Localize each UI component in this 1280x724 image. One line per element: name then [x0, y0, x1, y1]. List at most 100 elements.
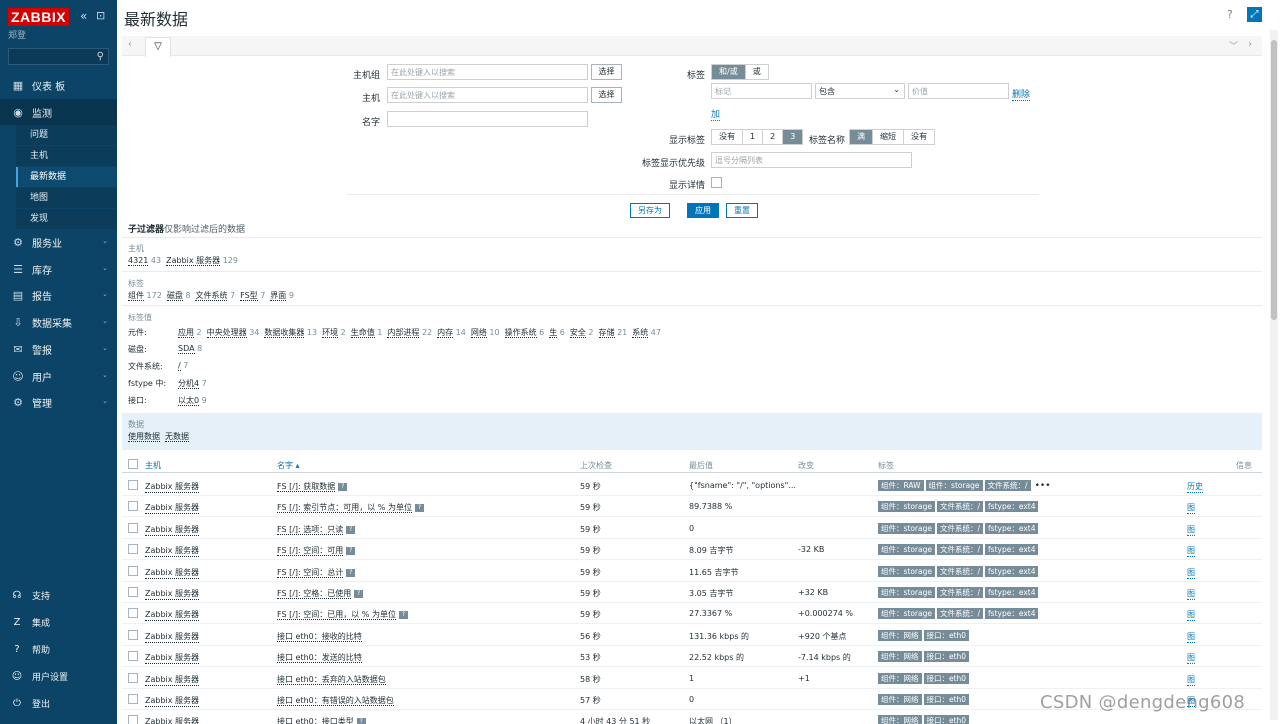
sidebar-bottom-item[interactable]: ⏻ 登出	[0, 690, 117, 716]
subfilter-item[interactable]: Zabbix 服务器 129	[166, 256, 238, 266]
tag-badge[interactable]: 文件系统：/	[937, 544, 984, 556]
tag-badge[interactable]: 接口：eth0	[923, 715, 970, 724]
subfilter-link[interactable]: 内部进程	[387, 328, 420, 338]
kiosk-mode-icon[interactable]: ⤢	[1247, 7, 1262, 22]
info-icon[interactable]: ?	[346, 547, 356, 556]
sidebar-bottom-item[interactable]: ☺ 用户设置	[0, 663, 117, 689]
tag-badge[interactable]: 组件：网络	[878, 672, 922, 684]
row-host[interactable]: Zabbix 服务器	[145, 567, 200, 579]
row-host[interactable]: Zabbix 服务器	[145, 545, 200, 558]
row-checkbox[interactable]	[128, 565, 138, 576]
row-host[interactable]: Zabbix 服务器	[145, 631, 200, 643]
row-checkbox[interactable]	[128, 629, 138, 640]
tag-badge[interactable]: fstype：ext4	[985, 544, 1039, 556]
tag-badge[interactable]: 文件系统：/	[984, 480, 1031, 491]
filter-icon[interactable]: ▽	[145, 37, 171, 57]
chevron-left-icon[interactable]: ‹	[128, 39, 132, 50]
row-name-link[interactable]: 接口 eth0：接口类型	[277, 717, 354, 724]
row-checkbox[interactable]	[128, 522, 138, 533]
row-name-link[interactable]: 接口 eth0：有错误的入站数据包	[277, 696, 394, 706]
row-host[interactable]: Zabbix 服务器	[145, 652, 200, 665]
row-name-link[interactable]: FS [/]: 空间：总计	[277, 567, 344, 578]
tag-badge[interactable]: 组件：storage	[925, 480, 983, 491]
tag-badge[interactable]: 接口：eth0	[923, 629, 970, 641]
row-checkbox[interactable]	[128, 544, 138, 555]
remove-tag-link[interactable]: 删除	[1012, 87, 1031, 101]
tag-name-full[interactable]: 满	[850, 130, 873, 144]
search-icon[interactable]: ⚲	[97, 51, 104, 62]
subfilter-item[interactable]: 环境 2	[322, 328, 346, 338]
subfilter-item[interactable]: 界面 9	[270, 291, 294, 301]
sidebar-bottom-item[interactable]: ? 帮助	[0, 636, 117, 662]
row-name[interactable]: FS [/]: 索引节点：可用，以 % 为单位?	[277, 502, 424, 514]
sidebar-item[interactable]: ⇩ 数据采集 ⌄	[0, 309, 117, 335]
row-name-link[interactable]: FS [/]: 空格：已使用	[277, 589, 352, 599]
subfilter-link[interactable]: 生命值	[350, 328, 375, 338]
select-all-checkbox[interactable]	[128, 459, 138, 469]
subfilter-link[interactable]: 应用	[178, 328, 194, 338]
row-name-link[interactable]: FS [/]: 索引节点：可用，以 % 为单位	[277, 503, 412, 514]
tag-badge[interactable]: 组件：storage	[878, 544, 935, 556]
tag-priority-input[interactable]: 逗号分隔列表	[711, 152, 912, 168]
subfilter-link[interactable]: 组件	[128, 291, 144, 301]
tags-mode-or[interactable]: 或	[745, 65, 768, 79]
subfilter-item[interactable]: 4321 43	[128, 256, 161, 266]
save-as-button[interactable]: 另存为	[630, 203, 670, 218]
subfilter-link[interactable]: 网络	[470, 328, 487, 338]
subfilter-link[interactable]: 文件系统	[195, 291, 228, 301]
row-checkbox[interactable]	[128, 480, 138, 490]
add-tag-link[interactable]: 加	[711, 107, 721, 121]
info-icon[interactable]: ?	[356, 718, 366, 724]
row-name-link[interactable]: FS [/]: 空间：已用，以 % 为单位	[277, 610, 396, 621]
subfilter-item[interactable]: 应用 2	[178, 328, 202, 338]
row-host[interactable]: Zabbix 服务器	[145, 502, 200, 515]
tag-badge[interactable]: 文件系统：/	[937, 587, 984, 598]
row-checkbox[interactable]	[128, 715, 138, 724]
subfilter-item[interactable]: / 7	[178, 361, 188, 371]
subfilter-item[interactable]: 以太0 9	[178, 396, 207, 406]
row-action-link[interactable]: 图	[1187, 609, 1195, 622]
tag-name-none[interactable]: 没有	[904, 130, 934, 144]
row-name-link[interactable]: 接口 eth0：接收的比特	[277, 631, 362, 642]
subfilter-item[interactable]: SDA 8	[178, 344, 202, 354]
row-checkbox[interactable]	[128, 694, 138, 704]
sidebar-item[interactable]: ✉ 警报 ⌄	[0, 336, 117, 362]
subfilter-link[interactable]: SDA	[178, 344, 195, 354]
tag-badge[interactable]: 组件：storage	[878, 501, 935, 513]
subfilter-link[interactable]: 操作系统	[504, 328, 537, 338]
tag-badge[interactable]: fstype：ext4	[985, 501, 1039, 513]
tag-input[interactable]: 标记	[711, 83, 812, 99]
row-action-link[interactable]: 图	[1187, 545, 1195, 558]
tag-value-input[interactable]: 价值	[908, 83, 1009, 99]
subfilter-item[interactable]: 组件 172	[128, 291, 162, 301]
row-action-link[interactable]: 图	[1187, 588, 1195, 600]
row-checkbox[interactable]	[128, 608, 138, 619]
subfilter-link[interactable]: Zabbix 服务器	[166, 256, 221, 266]
subfilter-item[interactable]: 生 6	[549, 328, 565, 338]
tag-badge[interactable]: 组件：RAW	[878, 480, 924, 491]
row-name[interactable]: 接口 eth0：接口类型?	[277, 716, 366, 724]
info-icon[interactable]: ?	[338, 483, 348, 491]
tag-badge[interactable]: 组件：storage	[878, 608, 935, 620]
info-icon[interactable]: ?	[346, 568, 356, 577]
tag-badge[interactable]: 组件：网络	[878, 694, 922, 705]
row-checkbox[interactable]	[128, 587, 138, 597]
row-action-link[interactable]: 历史	[1187, 481, 1203, 493]
tag-operator-select[interactable]: 包含 ⌄	[815, 83, 905, 99]
subfilter-link[interactable]: 生	[549, 328, 558, 338]
row-name[interactable]: 接口 eth0：丢弃的入站数据包	[277, 674, 386, 685]
show-tags-2[interactable]: 2	[763, 130, 784, 144]
sidebar-bottom-item[interactable]: ☊ 支持	[0, 582, 117, 608]
subfilter-item[interactable]: 系统 47	[632, 328, 661, 338]
show-tags-1[interactable]: 1	[743, 130, 764, 144]
zabbix-logo[interactable]: ZABBIX	[8, 8, 70, 26]
tag-badge[interactable]: 文件系统：/	[937, 501, 984, 513]
chevron-down-icon[interactable]: ﹀	[1229, 39, 1238, 52]
row-name-link[interactable]: FS [/]: 获取数据	[277, 482, 336, 492]
sidebar-item[interactable]: ☰ 库存 ⌄	[0, 256, 117, 282]
row-action-link[interactable]: 图	[1187, 652, 1195, 665]
subfilter-data-link[interactable]: 无数据	[165, 432, 189, 442]
row-action-link[interactable]: 图	[1187, 674, 1195, 686]
row-checkbox[interactable]	[128, 651, 138, 662]
row-name[interactable]: 接口 eth0：发送的比特	[277, 652, 362, 664]
